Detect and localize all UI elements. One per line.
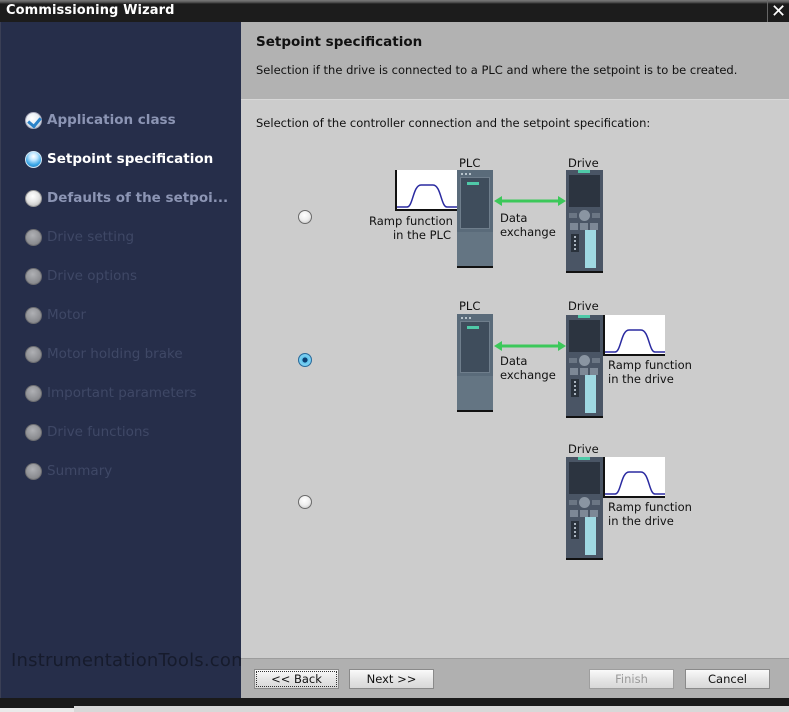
- options-panel: Selection of the controller connection a…: [241, 99, 789, 658]
- step-label: Motor: [47, 307, 87, 323]
- step-label: Application class: [47, 112, 176, 128]
- back-button[interactable]: << Back: [254, 669, 339, 689]
- step-label: Drive options: [47, 268, 138, 284]
- wizard-footer: << Back Next >> Finish Cancel: [241, 658, 789, 698]
- drive-label: Drive: [568, 442, 599, 456]
- data-exchange-arrow-icon: [494, 341, 566, 351]
- ramp-curve-icon: [605, 471, 665, 495]
- step-icon: [25, 462, 42, 480]
- plc-device-icon: [457, 314, 493, 412]
- exchange-line2: exchange: [500, 368, 556, 382]
- step-icon: [25, 267, 42, 285]
- step-motor: Motor: [25, 305, 86, 325]
- ramp-label-line2: in the drive: [608, 514, 674, 528]
- option-ramp-in-drive-no-plc-radio[interactable]: [298, 495, 312, 509]
- close-icon: ✕: [770, 0, 787, 22]
- ramp-label-line1: Ramp function: [608, 358, 692, 372]
- ramp-label-line2: in the drive: [608, 372, 674, 386]
- step-summary: Summary: [25, 461, 112, 481]
- step-icon: [25, 306, 42, 324]
- step-drive-options: Drive options: [25, 266, 137, 286]
- step-label: Motor holding brake: [47, 346, 183, 362]
- step-label: Drive setting: [47, 229, 135, 245]
- next-button[interactable]: Next >>: [349, 669, 434, 689]
- page-header: Setpoint specification Selection if the …: [241, 22, 789, 99]
- plc-device-icon: [457, 170, 493, 268]
- ramp-label-line1: Ramp function: [608, 500, 692, 514]
- option-ramp-in-plc-radio[interactable]: [298, 210, 312, 224]
- step-label: Defaults of the setpoi...: [47, 190, 229, 206]
- ramp-label-line2: in the PLC: [392, 228, 451, 242]
- step-drive-functions: Drive functions: [25, 422, 149, 442]
- step-icon: [25, 345, 42, 363]
- ramp-function-label: Ramp function in the drive: [608, 358, 692, 386]
- step-defaults-of-setpoint[interactable]: Defaults of the setpoi...: [25, 188, 228, 208]
- step-setpoint-specification[interactable]: Setpoint specification: [25, 149, 213, 169]
- drive-device-icon: [566, 170, 603, 273]
- ramp-curve-icon: [397, 184, 457, 208]
- ramp-function-graph: [603, 315, 665, 356]
- step-motor-holding-brake: Motor holding brake: [25, 344, 183, 364]
- window-bottom-edge: [0, 698, 789, 712]
- step-drive-setting: Drive setting: [25, 227, 134, 247]
- data-exchange-label: Data exchange: [500, 354, 556, 382]
- checkmark-circle-icon: [25, 111, 42, 129]
- step-icon: [25, 228, 42, 246]
- exchange-line1: Data: [500, 354, 528, 368]
- finish-button[interactable]: Finish: [589, 669, 674, 689]
- drive-label: Drive: [568, 299, 599, 313]
- options-label: Selection of the controller connection a…: [256, 116, 651, 130]
- ramp-function-graph: [603, 457, 665, 498]
- cancel-button[interactable]: Cancel: [685, 669, 770, 689]
- step-label: Drive functions: [47, 424, 150, 440]
- drive-label: Drive: [568, 156, 599, 170]
- drive-device-icon: [566, 315, 603, 418]
- close-button[interactable]: ✕: [767, 0, 789, 22]
- exchange-line2: exchange: [500, 225, 556, 239]
- active-step-icon: [25, 150, 42, 168]
- plc-label: PLC: [459, 299, 481, 313]
- exchange-line1: Data: [500, 211, 528, 225]
- ramp-label-line1: Ramp function: [369, 214, 453, 228]
- ramp-curve-icon: [605, 329, 665, 353]
- step-icon: [25, 189, 42, 207]
- watermark: InstrumentationTools.com: [11, 650, 249, 671]
- ramp-function-label: Ramp function in the drive: [608, 500, 692, 528]
- page-title: Setpoint specification: [256, 34, 423, 50]
- wizard-steps-sidebar: Application class Setpoint specification…: [0, 22, 249, 698]
- window-titlebar: Commissioning Wizard ✕: [0, 0, 789, 22]
- step-icon: [25, 423, 42, 441]
- window-title: Commissioning Wizard: [6, 3, 175, 18]
- step-label: Summary: [47, 463, 113, 479]
- page-subtitle: Selection if the drive is connected to a…: [256, 63, 738, 77]
- step-label: Important parameters: [47, 385, 197, 401]
- plc-label: PLC: [459, 156, 481, 170]
- ramp-function-graph: [395, 170, 457, 211]
- data-exchange-arrow-icon: [494, 196, 566, 206]
- step-label: Setpoint specification: [47, 151, 214, 167]
- step-icon: [25, 384, 42, 402]
- ramp-function-label: Ramp function in the PLC: [369, 214, 453, 242]
- step-important-parameters: Important parameters: [25, 383, 197, 403]
- drive-device-icon: [566, 457, 603, 560]
- option-ramp-in-drive-with-plc-radio[interactable]: [298, 353, 312, 367]
- data-exchange-label: Data exchange: [500, 211, 556, 239]
- step-application-class[interactable]: Application class: [25, 110, 176, 130]
